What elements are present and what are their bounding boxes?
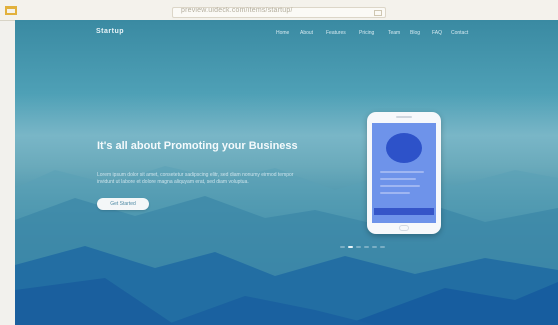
nav-item-blog[interactable]: Blog — [410, 30, 420, 36]
hero-description: Lorem ipsum dolor sit amet, consetetur s… — [97, 172, 294, 185]
browser-toolbar: preview.uideck.com/items/startup/ — [0, 0, 558, 21]
nav-item-contact[interactable]: Contact — [451, 30, 468, 36]
folder-icon[interactable] — [5, 6, 17, 15]
site-logo[interactable]: Startup — [96, 28, 124, 35]
phone-speaker — [396, 116, 412, 118]
phone-mockup — [367, 112, 441, 234]
slider-dot[interactable] — [356, 246, 361, 248]
app-bottom-bar — [374, 208, 434, 215]
app-text-line — [380, 171, 424, 173]
hero-title: It's all about Promoting your Business — [97, 140, 298, 152]
slider-dot[interactable] — [372, 246, 377, 248]
nav-item-team[interactable]: Team — [388, 30, 400, 36]
reader-icon[interactable] — [374, 10, 382, 16]
nav-item-pricing[interactable]: Pricing — [359, 30, 374, 36]
app-text-line — [380, 192, 410, 194]
slider-dot[interactable] — [364, 246, 369, 248]
address-bar[interactable]: preview.uideck.com/items/startup/ — [172, 7, 386, 18]
mountain-layers — [15, 166, 558, 325]
app-text-line — [380, 185, 420, 187]
app-text-line — [380, 178, 416, 180]
nav-item-home[interactable]: Home — [276, 30, 289, 36]
nav-item-features[interactable]: Features — [326, 30, 346, 36]
get-started-button[interactable]: Get Started — [97, 198, 149, 210]
phone-screen — [372, 123, 436, 223]
slider-dot[interactable] — [340, 246, 345, 248]
app-circle-graphic — [386, 133, 422, 163]
site-navbar: Startup Home About Features Pricing Team… — [15, 20, 558, 48]
phone-home-button — [399, 225, 409, 231]
web-page: Startup Home About Features Pricing Team… — [15, 20, 558, 325]
slider-dot[interactable] — [348, 246, 353, 248]
nav-item-about[interactable]: About — [300, 30, 313, 36]
nav-item-faq[interactable]: FAQ — [432, 30, 442, 36]
address-text: preview.uideck.com/items/startup/ — [181, 7, 293, 14]
slider-dot[interactable] — [380, 246, 385, 248]
